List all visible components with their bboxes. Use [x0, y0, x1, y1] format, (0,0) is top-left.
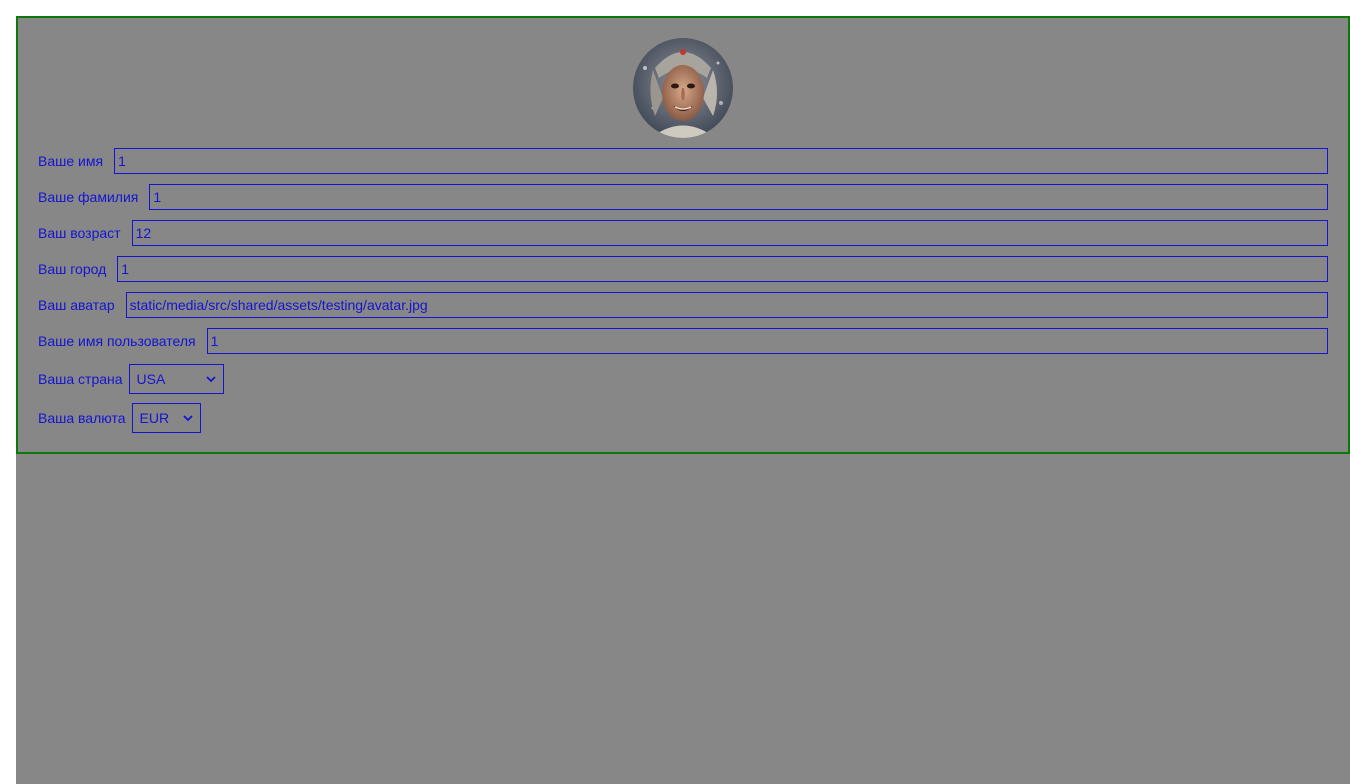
currency-selected-value: EUR: [139, 410, 170, 426]
country-select[interactable]: USA: [128, 364, 224, 394]
country-label: Ваша страна: [38, 371, 123, 387]
avatar-url-label: Ваш аватар: [38, 297, 115, 313]
last-name-label: Ваше фамилия: [38, 189, 139, 205]
city-input[interactable]: [117, 256, 1328, 282]
country-row: Ваша страна USA: [38, 364, 1328, 394]
first-name-row: Ваше имя: [38, 148, 1328, 174]
page-background: Ваше имя Ваше фамилия Ваш возраст Ваш го…: [16, 16, 1350, 784]
currency-row: Ваша валюта EUR: [38, 403, 1328, 433]
last-name-input[interactable]: [149, 184, 1328, 210]
currency-select[interactable]: EUR: [131, 403, 201, 433]
avatar: [633, 38, 733, 138]
username-label: Ваше имя пользователя: [38, 333, 196, 349]
profile-card: Ваше имя Ваше фамилия Ваш возраст Ваш го…: [16, 16, 1350, 454]
first-name-input[interactable]: [114, 148, 1328, 174]
chevron-down-icon: [182, 415, 193, 422]
city-row: Ваш город: [38, 256, 1328, 282]
age-input[interactable]: [131, 220, 1328, 246]
username-input[interactable]: [206, 328, 1328, 354]
currency-label: Ваша валюта: [38, 410, 126, 426]
avatar-image: [633, 38, 733, 138]
avatar-url-row: Ваш аватар: [38, 292, 1328, 318]
last-name-row: Ваше фамилия: [38, 184, 1328, 210]
first-name-label: Ваше имя: [38, 153, 104, 169]
username-row: Ваше имя пользователя: [38, 328, 1328, 354]
city-label: Ваш город: [38, 261, 107, 277]
chevron-down-icon: [205, 376, 216, 383]
avatar-url-input[interactable]: [125, 292, 1328, 318]
country-selected-value: USA: [136, 371, 166, 387]
age-row: Ваш возраст: [38, 220, 1328, 246]
age-label: Ваш возраст: [38, 225, 121, 241]
